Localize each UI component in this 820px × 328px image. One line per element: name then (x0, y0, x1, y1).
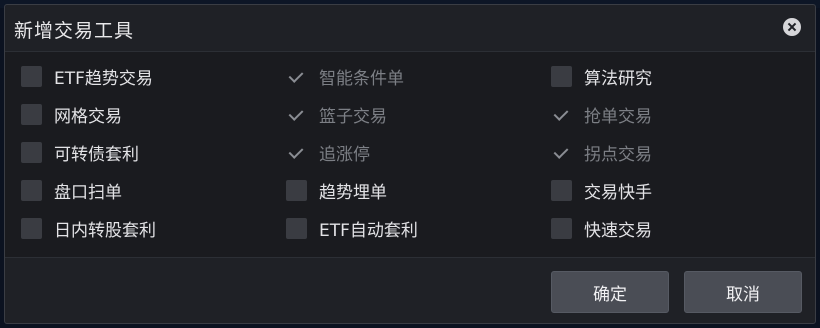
checkbox[interactable] (21, 217, 42, 239)
option-label: ETF趋势交易 (54, 68, 153, 89)
option-convertible-bond-arbitrage[interactable]: 可转债套利 (21, 139, 139, 165)
option-label: 追涨停 (319, 144, 370, 165)
option-label: ETF自动套利 (319, 220, 418, 241)
checkbox[interactable] (21, 65, 42, 87)
dialog-titlebar: 新增交易工具 (5, 5, 815, 51)
option-trend-pending-order[interactable]: 趋势埋单 (286, 177, 387, 203)
checkbox[interactable] (286, 179, 307, 201)
option-fast-trading[interactable]: 快速交易 (551, 215, 652, 241)
checkbox[interactable] (21, 103, 42, 125)
option-etf-auto-arbitrage[interactable]: ETF自动套利 (286, 215, 418, 241)
checkmark-icon (551, 142, 572, 163)
checkbox[interactable] (551, 179, 572, 201)
footer-divider (5, 257, 815, 258)
option-smart-conditional-order[interactable]: 智能条件单 (286, 63, 404, 89)
close-icon[interactable] (783, 18, 801, 36)
confirm-button[interactable]: 确定 (551, 271, 669, 313)
checkbox[interactable] (551, 217, 572, 239)
option-label: 日内转股套利 (54, 220, 156, 241)
option-label: 抢单交易 (584, 106, 652, 127)
option-label: 智能条件单 (319, 68, 404, 89)
dialog-title: 新增交易工具 (14, 20, 135, 42)
option-grid-trading[interactable]: 网格交易 (21, 101, 122, 127)
option-limit-up-chase[interactable]: 追涨停 (286, 139, 370, 165)
option-order-book-sweep[interactable]: 盘口扫单 (21, 177, 122, 203)
option-etf-trend-trading[interactable]: ETF趋势交易 (21, 63, 153, 89)
checkbox[interactable] (21, 179, 42, 201)
option-label: 趋势埋单 (319, 182, 387, 203)
option-label: 拐点交易 (584, 144, 652, 165)
option-quick-trader[interactable]: 交易快手 (551, 177, 652, 203)
option-label: 可转债套利 (54, 144, 139, 165)
option-label: 篮子交易 (319, 106, 387, 127)
checkmark-icon (286, 66, 307, 87)
checkmark-icon (551, 104, 572, 125)
option-label: 盘口扫单 (54, 182, 122, 203)
option-label: 网格交易 (54, 106, 122, 127)
add-trading-tool-dialog: 新增交易工具 ETF趋势交易 网格交易 可转债套利 盘口扫单 日内转股套利 智能… (4, 4, 816, 324)
cancel-button[interactable]: 取消 (684, 271, 802, 313)
option-intraday-conversion-arbitrage[interactable]: 日内转股套利 (21, 215, 156, 241)
checkbox[interactable] (551, 65, 572, 87)
option-basket-trading[interactable]: 篮子交易 (286, 101, 387, 127)
checkmark-icon (286, 142, 307, 163)
option-algorithm-research[interactable]: 算法研究 (551, 63, 652, 89)
checkbox[interactable] (286, 217, 307, 239)
checkmark-icon (286, 104, 307, 125)
option-label: 交易快手 (584, 182, 652, 203)
checkbox[interactable] (21, 141, 42, 163)
option-label: 快速交易 (584, 220, 652, 241)
option-inflection-point-trading[interactable]: 拐点交易 (551, 139, 652, 165)
option-snatch-order-trading[interactable]: 抢单交易 (551, 101, 652, 127)
option-label: 算法研究 (584, 68, 652, 89)
